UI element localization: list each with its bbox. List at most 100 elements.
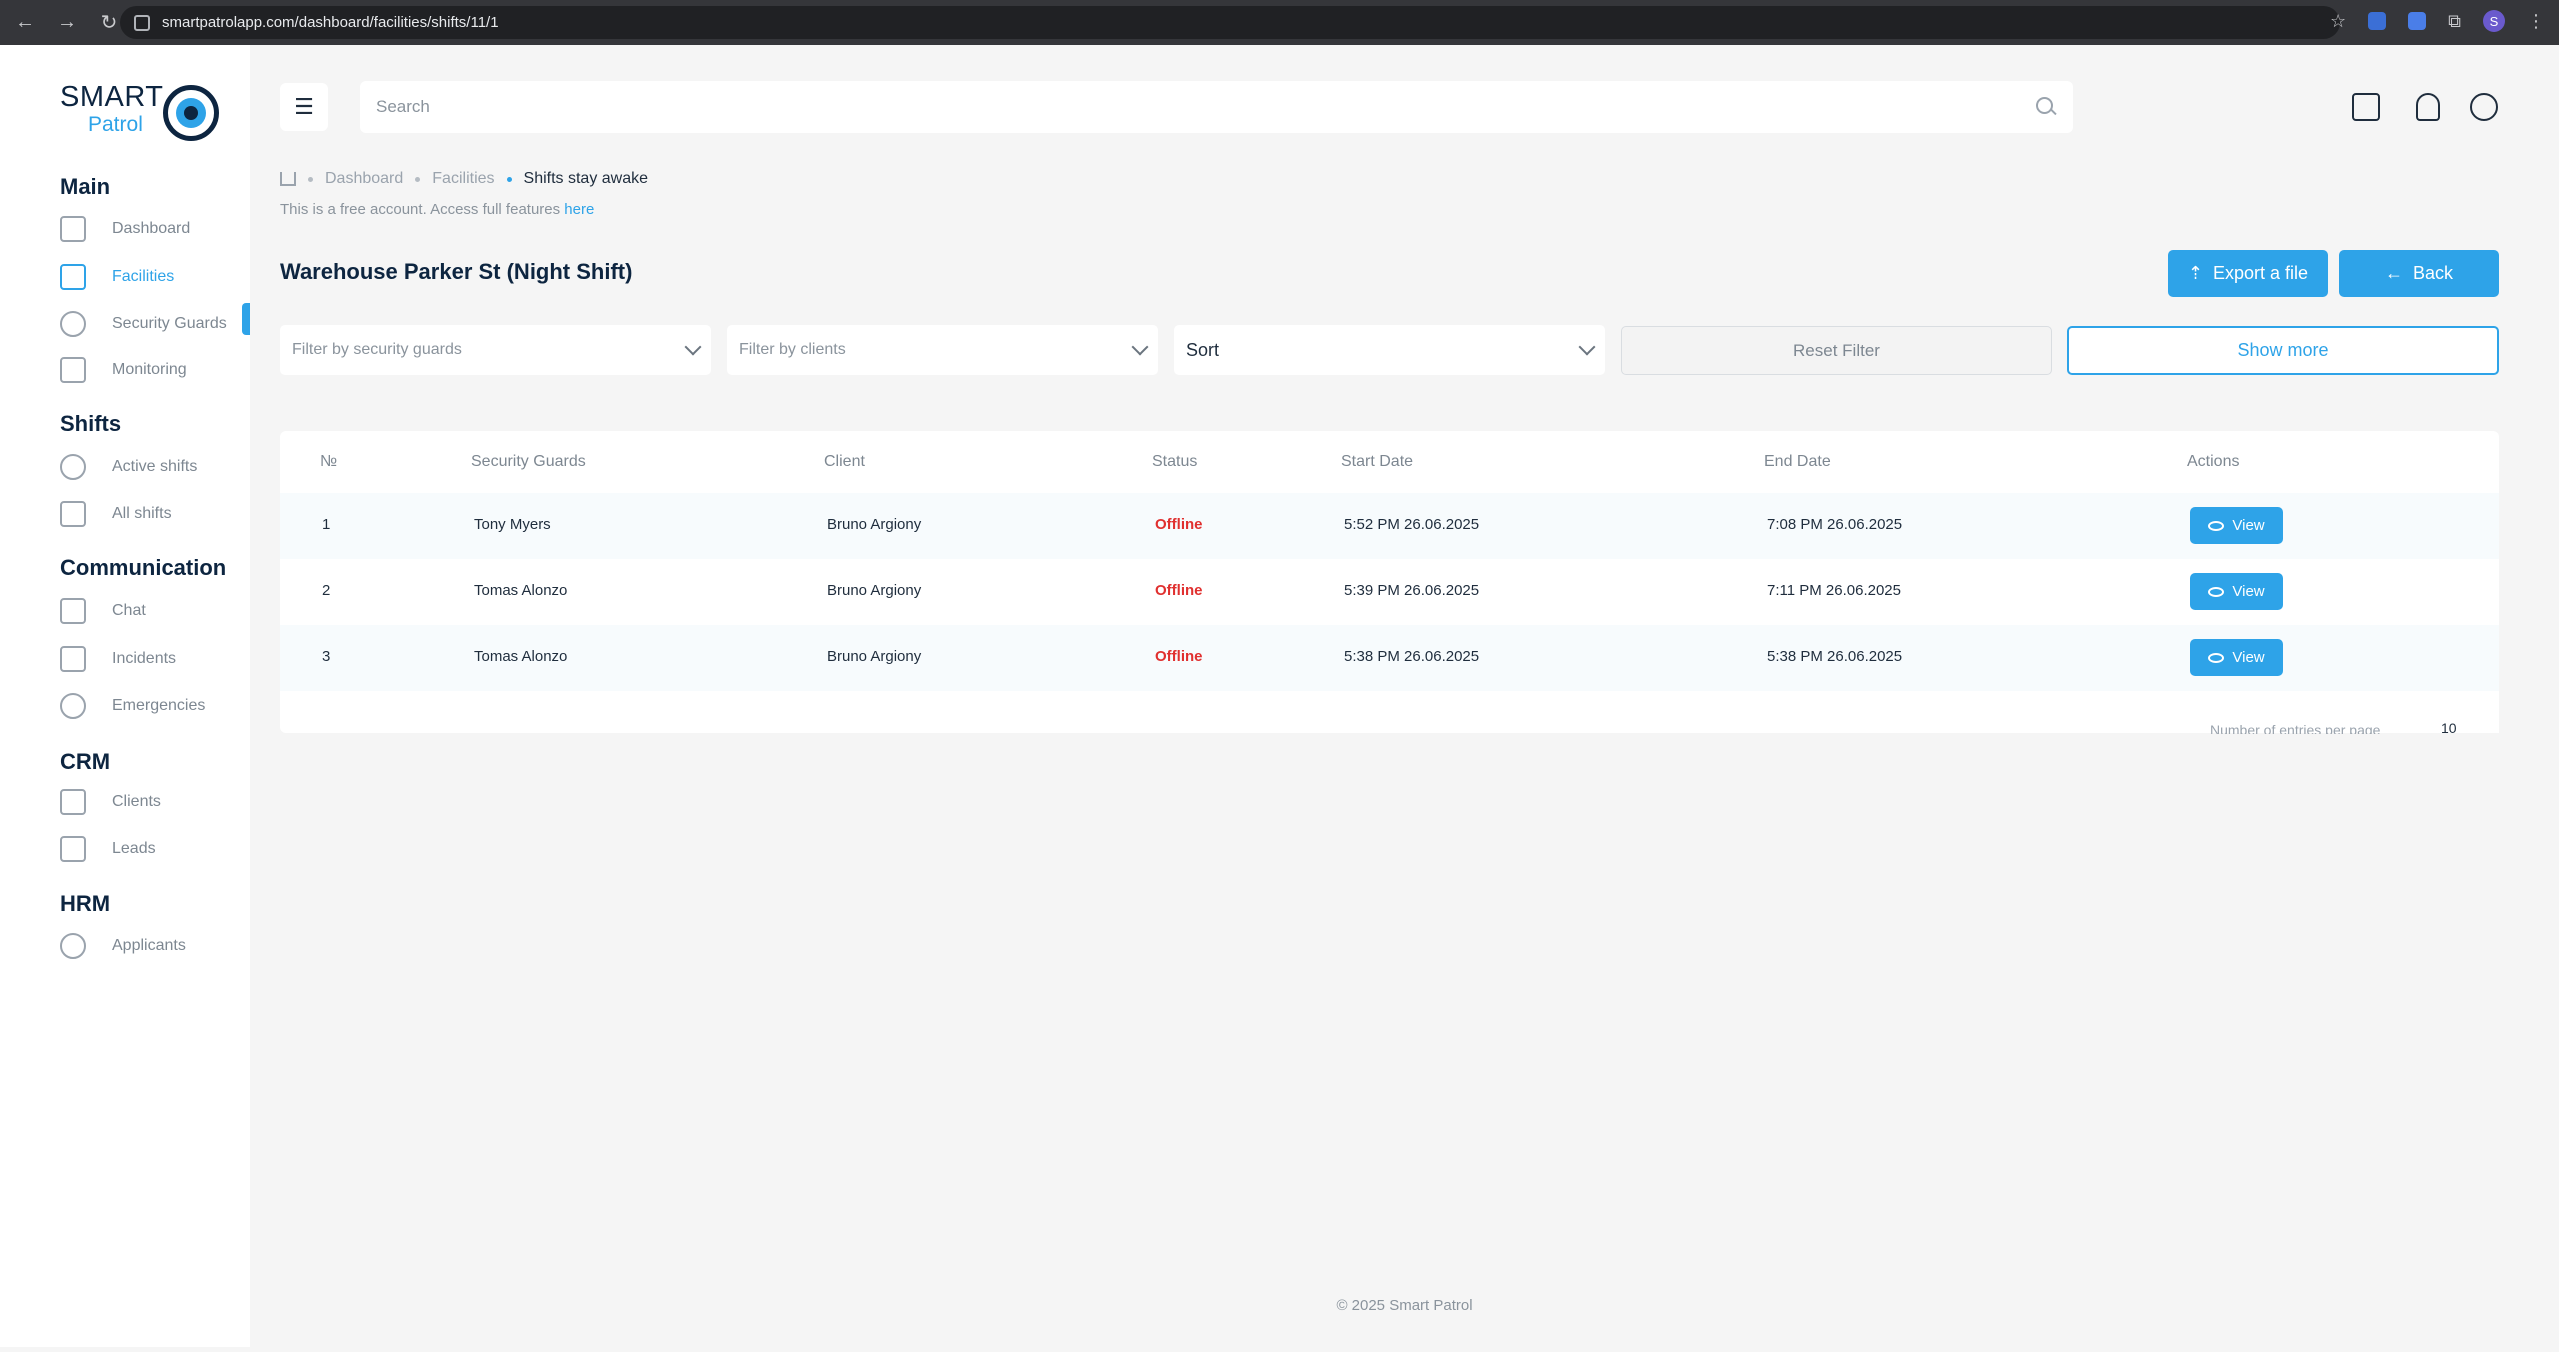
filter-clients-select[interactable]: Filter by clients — [727, 325, 1158, 375]
section-crm: CRM — [60, 749, 111, 774]
sidebar-item-applicants[interactable]: Applicants — [60, 929, 250, 963]
table-row: 1 Tony Myers Bruno Argiony Offline 5:52 … — [280, 493, 2499, 559]
search-input[interactable] — [376, 97, 2035, 117]
forward-arrow-icon[interactable]: → — [56, 11, 78, 34]
back-button[interactable]: ← Back — [2339, 250, 2499, 297]
view-button[interactable]: View — [2190, 639, 2283, 676]
export-label: Export a file — [2213, 263, 2309, 283]
status-badge: Offline — [1155, 516, 1203, 533]
notice-text: This is a free account. Access full feat… — [280, 201, 565, 218]
hamburger-menu-button[interactable]: ☰ — [280, 83, 328, 131]
address-bar[interactable]: smartpatrolapp.com/dashboard/facilities/… — [120, 6, 2340, 39]
user-add-icon — [60, 933, 86, 959]
column-header-number: № — [320, 453, 338, 470]
column-header-start-date: Start Date — [1341, 453, 1414, 470]
export-file-button[interactable]: ⇡ Export a file — [2168, 250, 2328, 297]
cell-client: Bruno Argiony — [827, 648, 922, 665]
section-main: Main — [60, 174, 111, 199]
cell-number: 3 — [322, 648, 331, 665]
search-bar — [360, 81, 2073, 133]
cell-guard: Tomas Alonzo — [474, 582, 568, 599]
translate-icon[interactable] — [2408, 12, 2427, 30]
column-header-client: Client — [824, 453, 865, 470]
siren-icon — [60, 693, 86, 719]
section-shifts: Shifts — [60, 411, 122, 436]
sidebar-item-security-guards[interactable]: Security Guards — [60, 307, 250, 341]
chevron-down-icon — [1131, 338, 1149, 356]
sidebar-item-monitoring[interactable]: Monitoring — [60, 353, 250, 387]
cell-guard: Tony Myers — [474, 516, 551, 533]
messages-icon[interactable] — [2352, 93, 2380, 121]
sidebar-item-dashboard[interactable]: Dashboard — [60, 212, 250, 246]
cell-end-date: 5:38 PM 26.06.2025 — [1767, 648, 1903, 665]
extension-icon[interactable] — [2368, 12, 2387, 30]
section-hrm: HRM — [60, 891, 111, 916]
table-row: 3 Tomas Alonzo Bruno Argiony Offline 5:3… — [280, 625, 2499, 691]
cell-guard: Tomas Alonzo — [474, 648, 568, 665]
menu-icon: ☰ — [294, 94, 314, 119]
sidebar-item-emergencies[interactable]: Emergencies — [60, 689, 250, 723]
cell-client: Bruno Argiony — [827, 582, 922, 599]
filter-guards-placeholder: Filter by security guards — [292, 341, 462, 358]
entries-per-page-label: Number of entries per page — [2210, 722, 2381, 734]
view-button[interactable]: View — [2190, 507, 2283, 544]
sidebar-item-active-shifts[interactable]: Active shifts — [60, 450, 250, 484]
cell-end-date: 7:08 PM 26.06.2025 — [1767, 516, 1903, 533]
sidebar-item-leads[interactable]: Leads — [60, 832, 250, 866]
document-icon — [60, 836, 86, 862]
sidebar-item-label: Security Guards — [112, 315, 227, 332]
breadcrumb-separator — [506, 176, 512, 182]
home-icon[interactable] — [280, 172, 296, 186]
breadcrumb-facilities[interactable]: Facilities — [432, 170, 494, 188]
view-label: View — [2232, 649, 2265, 666]
cell-end-date: 7:11 PM 26.06.2025 — [1767, 582, 1901, 599]
user-account-icon[interactable] — [2470, 93, 2498, 121]
browser-toolbar: ← → ↻ smartpatrolapp.com/dashboard/facil… — [0, 0, 2559, 45]
breadcrumb-dashboard[interactable]: Dashboard — [325, 170, 403, 188]
profile-avatar[interactable]: S — [2483, 10, 2505, 32]
guard-icon — [60, 311, 86, 337]
sidebar: SMART Patrol Main Dashboard Facilities S… — [0, 45, 250, 1347]
sidebar-item-label: Dashboard — [112, 220, 191, 237]
cell-start-date: 5:39 PM 26.06.2025 — [1344, 582, 1480, 599]
site-info-icon[interactable] — [134, 14, 150, 31]
sidebar-item-incidents[interactable]: Incidents — [60, 642, 250, 676]
arrow-left-icon: ← — [2384, 263, 2403, 283]
view-button[interactable]: View — [2190, 573, 2283, 610]
eye-icon — [2208, 520, 2225, 531]
search-icon[interactable] — [2035, 96, 2057, 118]
eye-icon — [2208, 652, 2225, 663]
sidebar-item-label: Clients — [112, 793, 161, 810]
bell-icon[interactable] — [2416, 93, 2440, 121]
sidebar-item-facilities[interactable]: Facilities — [60, 260, 250, 294]
incident-icon — [60, 646, 86, 672]
sort-select[interactable]: Sort — [1174, 325, 1605, 375]
chevron-down-icon — [1578, 338, 1596, 356]
monitor-icon — [60, 357, 86, 383]
eye-icon — [2208, 586, 2225, 597]
sidebar-item-label: Monitoring — [112, 361, 187, 378]
sidebar-item-label: Applicants — [112, 937, 186, 954]
sidebar-item-chat[interactable]: Chat — [60, 594, 250, 628]
extensions-puzzle-icon[interactable]: ⧉ — [2448, 11, 2461, 32]
reload-icon[interactable]: ↻ — [98, 10, 120, 35]
eye-logo-icon — [163, 85, 219, 141]
sidebar-item-clients[interactable]: Clients — [60, 785, 250, 819]
cell-start-date: 5:52 PM 26.06.2025 — [1344, 516, 1480, 533]
upgrade-link[interactable]: here — [564, 201, 594, 218]
upload-icon: ⇡ — [2187, 263, 2204, 283]
smart-patrol-logo[interactable]: SMART Patrol — [60, 81, 220, 145]
status-badge: Offline — [1155, 582, 1203, 599]
filter-security-guards-select[interactable]: Filter by security guards — [280, 325, 711, 375]
show-more-button[interactable]: Show more — [2067, 326, 2499, 375]
back-arrow-icon[interactable]: ← — [14, 11, 36, 34]
breadcrumb-current: Shifts stay awake — [523, 170, 649, 187]
active-indicator — [242, 303, 250, 335]
bookmark-star-icon[interactable]: ☆ — [2330, 11, 2346, 32]
calendar-icon — [60, 501, 86, 527]
reset-filter-button[interactable]: Reset Filter — [1621, 326, 2052, 375]
sidebar-item-all-shifts[interactable]: All shifts — [60, 497, 250, 531]
browser-menu-icon[interactable]: ⋮ — [2527, 11, 2545, 32]
sidebar-item-label: Chat — [112, 602, 146, 619]
entries-per-page-select[interactable]: 10 — [2423, 714, 2499, 733]
